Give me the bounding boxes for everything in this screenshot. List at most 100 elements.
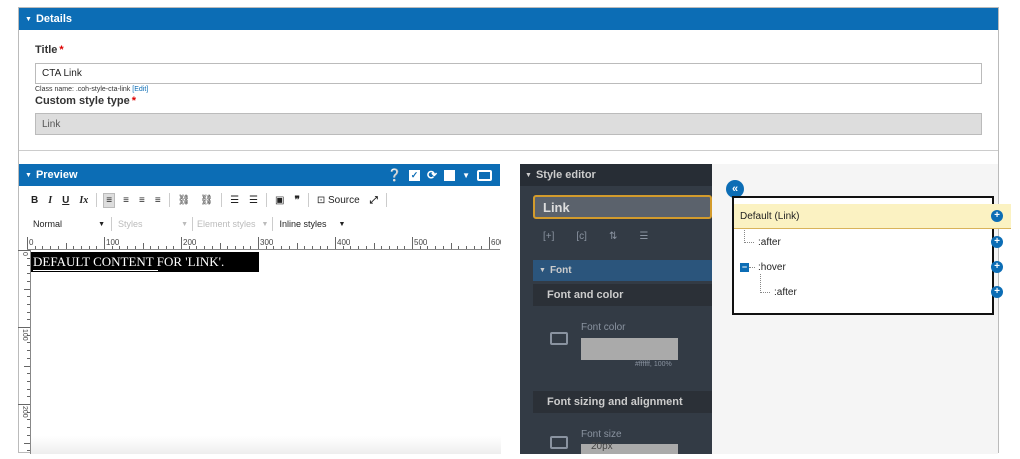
format-select-value: Normal: [33, 219, 63, 229]
chevron-down-icon: ▼: [261, 220, 269, 228]
link-icon[interactable]: ⛓: [176, 194, 193, 207]
ruler-tick: [27, 434, 30, 436]
add-icon[interactable]: +: [991, 261, 1003, 273]
ruler-tick: [327, 246, 329, 249]
blockquote-icon[interactable]: ❞: [292, 194, 301, 207]
align-justify-icon[interactable]: ≡: [153, 194, 163, 207]
ruler-tick: [435, 246, 437, 249]
chevron-down-icon[interactable]: ▼: [462, 171, 470, 180]
numbered-list-icon[interactable]: ☰: [247, 194, 260, 207]
monitor-icon[interactable]: [550, 332, 568, 345]
horizontal-ruler: 0 100 200 300 400 500 600: [27, 237, 504, 250]
ruler-tick: [242, 246, 244, 249]
custom-style-type-field: Link: [35, 113, 982, 135]
ruler-tick: [27, 419, 30, 421]
style-editor-panel: ▼ Style editor Link [+] [c] ⇅ ☰ ▼ Font F…: [520, 164, 712, 454]
help-icon[interactable]: ❔: [387, 168, 402, 182]
image-icon[interactable]: ▣: [273, 194, 286, 207]
monitor-icon[interactable]: [550, 436, 568, 449]
tree-item-default[interactable]: Default (Link) +: [734, 204, 1011, 229]
ruler-tick: [119, 246, 121, 249]
ruler-tick: [204, 246, 206, 249]
toolbar-divider: [385, 193, 387, 207]
ruler-label: 500: [414, 238, 428, 247]
add-icon[interactable]: +: [991, 286, 1003, 298]
styles-select[interactable]: Styles ▼: [112, 219, 188, 229]
align-center-icon[interactable]: ≡: [121, 194, 131, 207]
underline-button[interactable]: U: [60, 194, 71, 207]
element-styles-select[interactable]: Element styles ▼: [193, 219, 268, 229]
monitor-icon[interactable]: [477, 169, 492, 181]
add-icon[interactable]: +: [991, 210, 1003, 222]
ruler-tick: [465, 246, 467, 249]
chevron-down-icon: ▼: [181, 220, 188, 228]
toolbar-divider: [168, 193, 170, 207]
add-modifier-icon[interactable]: [c]: [576, 231, 587, 242]
ruler-label: 200: [21, 406, 28, 418]
maximize-icon[interactable]: ⤢: [368, 194, 380, 207]
format-select[interactable]: Normal ▼: [33, 219, 111, 229]
chevron-down-icon: ▼: [98, 220, 105, 228]
ruler-tick: [296, 243, 298, 249]
edit-class-name-link[interactable]: [Edit]: [132, 86, 148, 93]
font-size-field[interactable]: 20px: [581, 441, 678, 454]
preview-header[interactable]: ▼ Preview ❔ ✓ ⟳ ▼: [19, 164, 500, 186]
add-child-icon[interactable]: [+]: [543, 231, 554, 242]
font-section-header[interactable]: ▼ Font: [533, 260, 712, 281]
ruler-tick: [27, 280, 30, 282]
ruler-tick: [481, 246, 483, 249]
bulleted-list-icon[interactable]: ☰: [228, 194, 241, 207]
ruler-tick: [27, 450, 30, 452]
style-name-field[interactable]: Link: [533, 195, 712, 219]
ruler-tick: [27, 296, 30, 298]
tree-item-hover-after[interactable]: :after +: [734, 280, 1011, 305]
title-label: Title *: [35, 44, 64, 56]
unlink-icon[interactable]: ⛓: [198, 194, 215, 207]
ruler-tick: [24, 442, 30, 444]
style-editor-header[interactable]: ▼ Style editor: [520, 164, 712, 186]
details-header[interactable]: ▼ Details: [19, 8, 998, 30]
tree-connector: [760, 274, 770, 293]
tree-item-label: :after: [758, 237, 781, 248]
toolbar-divider: [221, 193, 223, 207]
ruler-tick: [27, 257, 30, 259]
ruler-label: 0: [21, 252, 28, 256]
ruler-tick: [57, 246, 59, 249]
ruler-tick: [442, 246, 444, 249]
add-icon[interactable]: +: [991, 236, 1003, 248]
ruler-label: 0: [29, 238, 34, 247]
ruler-tick: [104, 237, 105, 249]
ruler-tick: [27, 273, 30, 275]
style-editor-tools: [+] [c] ⇅ ☰: [543, 231, 648, 242]
refresh-icon[interactable]: ⟳: [427, 168, 437, 182]
title-input[interactable]: CTA Link: [35, 63, 982, 84]
preview-content-text[interactable]: DEFAULT CONTENT FOR 'LINK'.: [31, 252, 259, 272]
font-color-label: Font color: [581, 322, 626, 333]
source-button[interactable]: ⊡ Source: [315, 194, 362, 207]
checkbox-icon[interactable]: ✓: [409, 169, 421, 181]
font-color-swatch[interactable]: [581, 338, 678, 360]
class-name-note: Class name: .coh-style-cta-link [Edit]: [35, 86, 148, 93]
tree-item-hover[interactable]: :hover +: [734, 255, 1011, 280]
ruler-tick: [73, 246, 75, 249]
align-right-icon[interactable]: ≡: [137, 194, 147, 207]
align-left-icon[interactable]: ≡: [103, 192, 116, 208]
vertical-ruler: 0 100 200: [18, 250, 31, 454]
ruler-tick: [412, 237, 413, 249]
bold-button[interactable]: B: [29, 194, 40, 207]
tree-item-after[interactable]: :after +: [734, 230, 1011, 255]
ruler-tick: [211, 246, 213, 249]
font-section-label: Font: [549, 265, 572, 276]
ruler-tick: [181, 237, 182, 249]
ruler-tick: [250, 246, 252, 249]
clear-format-button[interactable]: Ix: [77, 194, 90, 207]
background-color-icon[interactable]: [444, 169, 456, 181]
sort-icon[interactable]: ⇅: [609, 231, 617, 242]
collapse-node-icon[interactable]: −: [740, 263, 749, 272]
list-icon[interactable]: ☰: [639, 231, 648, 242]
ruler-tick: [173, 246, 175, 249]
font-sizing-section-title: Font sizing and alignment: [533, 391, 712, 413]
ruler-tick: [388, 246, 390, 249]
italic-button[interactable]: I: [46, 194, 54, 207]
inline-styles-select[interactable]: Inline styles ▼: [273, 219, 345, 229]
